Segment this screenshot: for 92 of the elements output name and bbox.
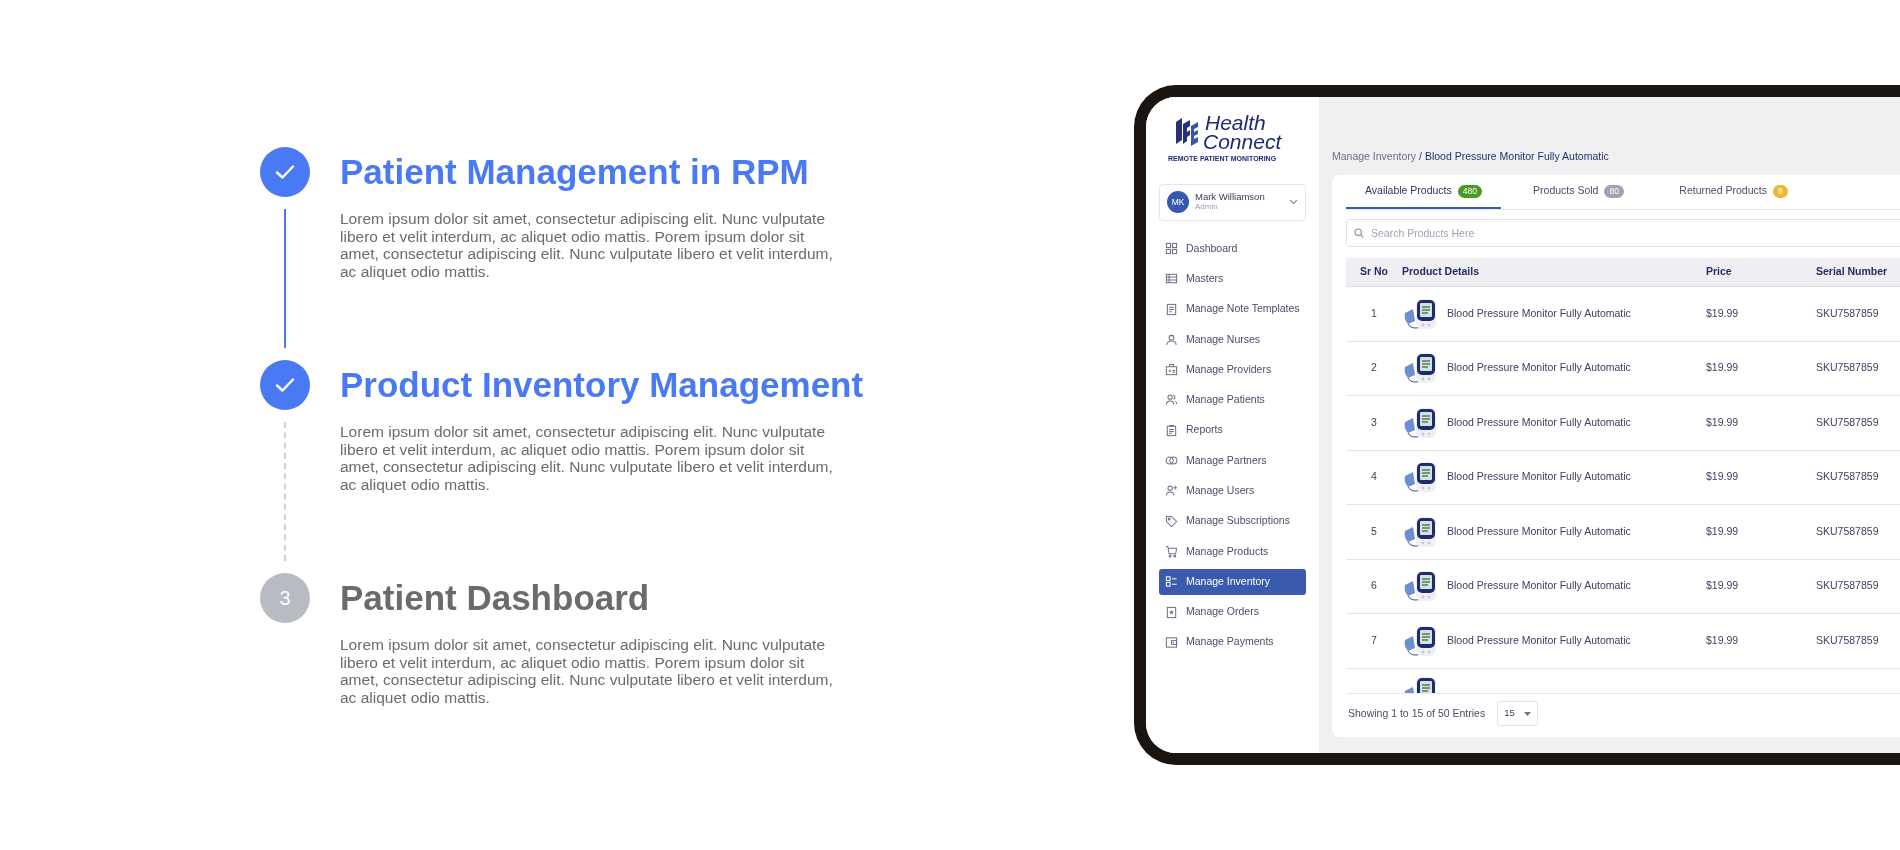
logo-text: Health [1204,113,1267,132]
sidebar-item[interactable]: Manage Payments [1159,629,1306,656]
sidebar-item[interactable]: Manage Providers [1159,356,1306,383]
sidebar-item[interactable]: Manage Subscriptions [1159,508,1306,535]
table-cell-text: $19.99 [1706,414,1740,430]
table-cell-text: Blood Pressure Monitor Fully Automatic [1447,523,1631,539]
table-cell-text: Blood Pressure Monitor Fully Automatic [1447,414,1631,430]
table-cell-text: $19.99 [1706,469,1740,485]
table-cell-text: SKU7587859 [1816,632,1880,648]
step-description: Lorem ipsum dolor sit amet, consectetur adipiscing elit. Nunc vulputate libero et velit interdum, ac aliquet odio mattis. Porem ipsum dolor sit amet, consectetur adipiscing elit. Nunc vulputate libero et velit interdum, ac aliquet odio mattis. [340,636,834,706]
medical-case-icon [1165,363,1178,377]
table-cell-text: SKU7587859 [1816,360,1880,376]
document-icon [1165,302,1178,316]
user-role: Admin [1195,202,1219,212]
tab[interactable]: Returned Products 8 [1656,175,1811,209]
sidebar-item[interactable]: Manage Products [1159,538,1306,565]
sidebar-item[interactable]: Manage Note Templates [1159,296,1306,323]
table-cell-text: 3 [1370,414,1378,430]
column-header: Product Details [1402,264,1481,280]
sidebar-item[interactable]: Dashboard [1159,235,1306,262]
column-header: Sr No [1359,264,1389,280]
tab[interactable]: Available Products 480 [1346,175,1501,209]
table-icon [1165,272,1178,286]
table-cell-text: Blood Pressure Monitor Fully Automatic [1447,360,1631,376]
table-cell-text: SKU7587859 [1816,469,1880,485]
wallet-icon [1165,635,1178,649]
users-icon [1165,393,1178,407]
sidebar-item[interactable]: Masters [1159,265,1306,292]
check-icon [275,377,295,393]
table-cell-text: 5 [1370,523,1378,539]
chevron-down-icon [1289,199,1298,205]
table-cell-text: Blood Pressure Monitor Fully Automatic [1447,632,1631,648]
logo-mark-icon [1174,116,1200,148]
user-card[interactable]: MK Mark Williamson Admin [1159,183,1306,221]
sidebar-item[interactable]: Manage Patients [1159,387,1306,413]
step-number: 3 [260,573,310,623]
check-icon [275,164,295,180]
search-icon [1354,228,1364,238]
count-badge: 480 [1457,184,1482,198]
breadcrumb-current: / Blood Pressure Monitor Fully Automatic [1419,149,1609,165]
table-cell-text: $19.99 [1706,578,1740,594]
checklist-icon [1165,575,1178,589]
step-description: Lorem ipsum dolor sit amet, consectetur adipiscing elit. Nunc vulputate libero et velit interdum, ac aliquet odio mattis. Porem ipsum dolor sit amet, consectetur adipiscing elit. Nunc vulputate libero et velit interdum, ac aliquet odio mattis. [340,210,834,280]
tab-label: Returned Products [1679,183,1767,199]
logo-text: Connect [1203,132,1282,151]
search-field[interactable]: Search Products Here [1346,219,1900,247]
entries-summary: Showing 1 to 15 of 50 Entries [1348,705,1486,721]
table-cell-text: Blood Pressure Monitor Fully Automatic [1447,469,1631,485]
user-name: Mark Williamson [1195,192,1266,202]
table-cell-text: 7 [1370,632,1378,648]
caret-down-icon [1524,711,1532,716]
step-title: Product Inventory Management [340,363,864,406]
table-cell-text: $19.99 [1706,523,1740,539]
avatar: MK [1167,191,1189,213]
sidebar-item[interactable]: Manage Users [1159,477,1306,504]
table-cell-text: SKU7587859 [1816,305,1880,321]
step-title: Patient Dashboard [340,576,651,619]
rings-icon [1165,454,1178,468]
table-cell-text: 1 [1370,305,1378,321]
table-cell-text: Blood Pressure Monitor Fully Automatic [1447,578,1631,594]
column-header: Serial Number [1816,264,1889,280]
nurse-icon [1165,332,1178,346]
step-title: Patient Management in RPM [340,150,810,193]
add-user-icon [1165,484,1178,498]
sidebar-item[interactable]: Reports [1159,417,1306,444]
table-cell-text: Blood Pressure Monitor Fully Automatic [1447,305,1631,321]
tab-label: Products Sold [1533,183,1599,199]
step-description: Lorem ipsum dolor sit amet, consectetur adipiscing elit. Nunc vulputate libero et velit interdum, ac aliquet odio mattis. Porem ipsum dolor sit amet, consectetur adipiscing elit. Nunc vulputate libero et velit interdum, ac aliquet odio mattis. [340,423,834,493]
clipboard-icon [1165,423,1178,437]
count-badge: 8 [1772,184,1788,198]
tab-label: Available Products [1365,183,1452,199]
breadcrumb-link[interactable]: Manage Inventory [1332,149,1417,165]
tag-icon [1165,514,1178,528]
grid-icon [1165,242,1178,255]
table-cell-text: $19.99 [1706,305,1740,321]
table-cell-text: $19.99 [1706,360,1740,376]
sidebar-item[interactable]: Manage Nurses [1159,326,1306,353]
count-badge: 80 [1604,184,1624,198]
table-cell-text: SKU7587859 [1816,523,1880,539]
table-cell-text: 6 [1370,578,1378,594]
table-cell-text: 4 [1370,469,1378,485]
sidebar-item[interactable]: Manage Inventory [1159,568,1306,595]
table-cell-text: $19.99 [1706,632,1740,648]
tab[interactable]: Products Sold 80 [1501,175,1656,209]
table-cell-text: SKU7587859 [1816,414,1880,430]
sidebar-item[interactable]: Manage Partners [1159,447,1306,474]
page-size-select[interactable]: 15 [1497,701,1539,726]
table-cell-text: SKU7587859 [1816,578,1880,594]
table-cell-text: 2 [1370,360,1378,376]
cart-icon [1165,544,1178,558]
sidebar-item[interactable]: Manage Orders [1159,599,1306,626]
column-header: Price [1706,264,1733,280]
